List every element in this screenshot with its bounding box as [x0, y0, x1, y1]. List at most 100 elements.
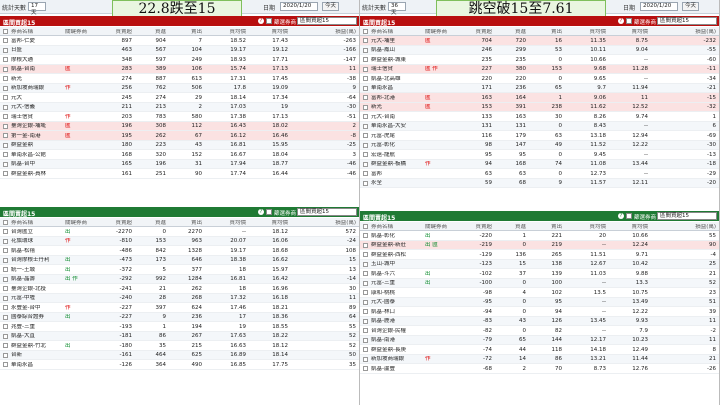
table-row[interactable]: 華南永昌 -126 364 490 16.85 17.75 35 [0, 360, 359, 370]
today-button[interactable]: 今天 [682, 2, 700, 11]
row-checkbox[interactable] [3, 305, 8, 310]
row-checkbox[interactable] [363, 142, 368, 148]
row-checkbox[interactable] [3, 104, 8, 110]
row-checkbox[interactable] [3, 47, 8, 53]
table-row[interactable]: 瑞士信貸 匯 作 227 380 153 9.68 11.28 -11 [360, 64, 719, 74]
table-row[interactable]: 第一金-南港 匯 195 262 67 16.12 16.46 -8 [0, 131, 359, 141]
table-row[interactable]: 台灣企銀-民權 -82 0 82 -- 7.9 -2 [360, 326, 719, 336]
table-row[interactable]: 群益金鼎-長庚 -74 44 118 14.18 12.49 8 [360, 345, 719, 355]
select-all-checkbox[interactable] [3, 29, 8, 34]
table-row[interactable]: 凱基-南港 -79 65 144 12.17 10.23 11 [360, 335, 719, 345]
table-row[interactable]: 統一-土城 出 -372 5 377 18 15.97 13 [0, 265, 359, 275]
help-icon[interactable]: ? [258, 18, 264, 24]
table-row[interactable]: 摩根大通 348 597 249 18.93 17.71 -147 [0, 55, 359, 65]
table-row[interactable]: 華南永昌-大安 131 131 0 8.43 -- 6 [360, 121, 719, 131]
row-checkbox[interactable] [3, 343, 8, 348]
help-icon[interactable]: ? [618, 18, 624, 24]
row-checkbox[interactable] [363, 356, 368, 362]
row-checkbox[interactable] [363, 123, 368, 129]
panel-mode-select[interactable]: 區間買超15 [297, 208, 357, 216]
row-checkbox[interactable] [3, 66, 8, 72]
row-checkbox[interactable] [363, 252, 368, 257]
date-input[interactable]: 2020/1/20 [280, 2, 318, 11]
table-row[interactable]: 群益金鼎-竹北 出 -180 35 215 16.63 18.12 52 [0, 341, 359, 351]
row-checkbox[interactable] [3, 142, 8, 148]
table-row[interactable]: 群益金鼎-西松 -129 136 265 11.51 9.71 -4 [360, 250, 719, 260]
row-checkbox[interactable] [363, 299, 368, 305]
row-checkbox[interactable] [3, 229, 8, 234]
row-checkbox[interactable] [3, 286, 8, 291]
table-row[interactable]: 群益金鼎-板橋 作 94 168 74 11.08 13.44 -18 [360, 159, 719, 169]
filter-checkbox[interactable] [626, 213, 632, 219]
panel-mode-select[interactable]: 區間買超15 [657, 17, 717, 25]
row-checkbox[interactable] [363, 180, 368, 186]
table-row[interactable]: 凱基-大直 -181 86 267 17.63 18.22 52 [0, 331, 359, 341]
table-row[interactable]: 元大-信義 211 213 2 17.03 19 -30 [0, 102, 359, 112]
row-checkbox[interactable] [3, 133, 8, 138]
row-checkbox[interactable] [363, 337, 368, 343]
row-checkbox[interactable] [363, 76, 368, 81]
table-row[interactable]: 台新 -161 464 625 16.89 18.14 50 [0, 350, 359, 360]
help-icon[interactable]: ? [258, 209, 264, 215]
row-checkbox[interactable] [3, 114, 8, 119]
row-checkbox[interactable] [3, 248, 8, 253]
row-checkbox[interactable] [363, 104, 368, 110]
row-checkbox[interactable] [363, 57, 368, 62]
row-checkbox[interactable] [363, 309, 368, 314]
filter-checkbox[interactable] [266, 209, 272, 215]
panel-mode-select[interactable]: 區間買超15 [657, 212, 717, 220]
table-row[interactable]: 凱基-蘆豐 -68 2 70 8.73 12.76 -26 [360, 364, 719, 374]
row-checkbox[interactable] [3, 238, 8, 244]
table-row[interactable]: 元富-虎尾 116 179 63 13.18 12.94 -69 [360, 131, 719, 141]
row-checkbox[interactable] [3, 123, 8, 129]
row-checkbox[interactable] [363, 152, 368, 157]
table-row[interactable]: 國泰綜合證券 出 -227 9 236 17 18.36 64 [0, 312, 359, 322]
table-row[interactable]: 新光 匯 153 391 238 11.62 12.52 -32 [360, 102, 719, 112]
table-row[interactable]: 新加坡商瑞銀 作 256 762 506 17.8 19.09 9 [0, 83, 359, 93]
table-row[interactable]: 富邦-北港 匯 163 164 1 9.06 11 -15 [360, 93, 719, 103]
row-checkbox[interactable] [363, 171, 368, 176]
row-checkbox[interactable] [3, 276, 8, 282]
table-row[interactable]: 凱基-台南 匯 283 389 106 15.74 17.13 11 [0, 64, 359, 74]
row-checkbox[interactable] [3, 333, 8, 339]
table-row[interactable]: 日盛 463 567 104 19.17 19.12 -166 [0, 45, 359, 55]
table-row[interactable]: 康和-桃桃 -98 4 102 13.5 10.75 23 [360, 288, 719, 298]
row-checkbox[interactable] [363, 366, 368, 371]
row-checkbox[interactable] [363, 114, 368, 119]
row-checkbox[interactable] [3, 324, 8, 329]
table-row[interactable]: 元富-三重 出 -100 0 100 -- 13.3 52 [360, 278, 719, 288]
table-row[interactable]: 群益金鼎-員林 161 251 90 17.74 16.44 -46 [0, 169, 359, 179]
row-checkbox[interactable] [3, 295, 8, 301]
row-checkbox[interactable] [3, 171, 8, 176]
table-row[interactable]: 富邦-仁愛 897 904 7 18.52 17.43 -263 [0, 36, 359, 46]
row-checkbox[interactable] [363, 242, 368, 248]
table-row[interactable]: 凱基-林口 -94 0 94 -- 12.22 39 [360, 307, 719, 317]
table-row[interactable]: 凱基-鳳山 246 299 53 10.11 9.04 -55 [360, 45, 719, 55]
filter-checkbox[interactable] [266, 18, 272, 24]
table-row[interactable]: 臺灣企銀-北投 -241 21 262 18 16.96 30 [0, 284, 359, 294]
row-checkbox[interactable] [3, 76, 8, 81]
table-row[interactable]: 元富-彰化 98 147 49 11.52 12.22 -30 [360, 140, 719, 150]
filter-checkbox[interactable] [626, 18, 632, 24]
row-checkbox[interactable] [363, 95, 368, 100]
table-row[interactable]: 元富-中壢 -240 28 268 17.32 16.18 11 [0, 293, 359, 303]
row-checkbox[interactable] [363, 347, 368, 352]
stat-days-select[interactable]: 17天 [28, 2, 46, 16]
select-all-checkbox[interactable] [363, 224, 368, 229]
row-checkbox[interactable] [363, 133, 368, 138]
table-row[interactable]: 凱基-北高雄 220 220 0 9.65 -- -34 [360, 74, 719, 84]
row-checkbox[interactable] [3, 57, 8, 62]
table-row[interactable]: 群益金鼎 180 223 43 16.81 15.95 -25 [0, 140, 359, 150]
stat-days-select[interactable]: 36天 [388, 2, 406, 16]
table-row[interactable]: 富邦 63 63 0 12.73 -- -29 [360, 169, 719, 179]
row-checkbox[interactable] [3, 257, 8, 263]
table-row[interactable]: 凱基-鹿港 -83 43 126 13.45 9.93 11 [360, 316, 719, 326]
row-checkbox[interactable] [3, 161, 8, 167]
table-row[interactable]: 宏遠-龍航 95 95 0 9.45 -- -13 [360, 150, 719, 160]
table-row[interactable]: 台灣匯立 出 -2270 0 2270 -- 18.12 572 [0, 227, 359, 237]
row-checkbox[interactable] [3, 85, 8, 91]
row-checkbox[interactable] [3, 267, 8, 272]
select-all-checkbox[interactable] [3, 220, 8, 225]
table-row[interactable]: 凱基-松禧 -486 842 1328 19.17 18.68 108 [0, 246, 359, 256]
row-checkbox[interactable] [3, 95, 8, 100]
